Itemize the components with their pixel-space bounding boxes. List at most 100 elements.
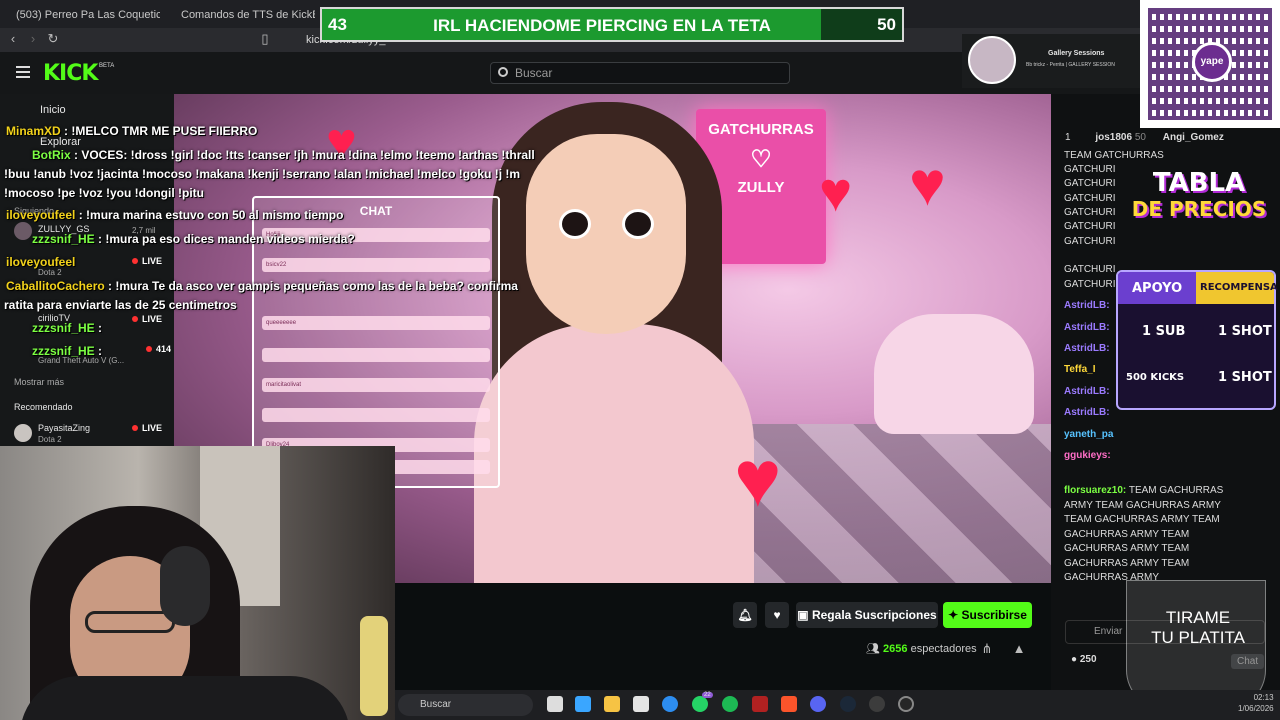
- mostrar-mas-link[interactable]: Mostrar más: [14, 377, 64, 387]
- overlay-chat-row: maricitaolivat: [262, 378, 490, 392]
- chat-message: AstridLB:: [1064, 343, 1110, 354]
- chat-text: GATCHURI: [1064, 207, 1116, 218]
- chat-user[interactable]: AstridLB:: [1064, 386, 1110, 397]
- kicks-balance[interactable]: ● 250: [1071, 654, 1097, 665]
- forward-icon[interactable]: ›: [24, 30, 42, 48]
- glasses: [85, 611, 175, 633]
- recommended-name[interactable]: PayasitaZing: [38, 423, 90, 433]
- chat-user[interactable]: yaneth_pa: [1064, 429, 1113, 440]
- tts-user: CaballitoCachero: [6, 279, 105, 293]
- search-input[interactable]: Buscar: [490, 62, 790, 84]
- chat-user[interactable]: AstridLB:: [1064, 322, 1110, 333]
- webcam-feed: [0, 446, 395, 720]
- overlay-chat-row: bsicv22: [262, 258, 490, 272]
- screen: (503) Perreo Pa Las Coqueticas Mix - D C…: [0, 0, 1280, 720]
- store-icon[interactable]: [633, 696, 649, 712]
- tts-line: zzzsnif_HE :: [32, 321, 102, 335]
- chat-message: GATCHURI: [1064, 264, 1115, 275]
- app-icon[interactable]: [898, 696, 914, 712]
- bookmark-icon[interactable]: ▯: [256, 30, 274, 48]
- chat-user[interactable]: AstridLB:: [1064, 343, 1110, 354]
- tts-user: iloveyoufeel: [6, 255, 76, 269]
- task-view-icon[interactable]: [547, 696, 563, 712]
- headphones: [160, 546, 210, 626]
- copilot-icon[interactable]: [575, 696, 591, 712]
- tts-line: zzzsnif_HE : !mura pa eso dices manden v…: [32, 232, 355, 246]
- chat-message: ARMY TEAM GACHURRAS ARMY: [1064, 500, 1221, 511]
- obs-icon[interactable]: [869, 696, 885, 712]
- whatsapp-icon[interactable]: [692, 696, 708, 712]
- avatar[interactable]: [14, 424, 32, 442]
- price-col-header: APOYO: [1132, 281, 1183, 296]
- avatar[interactable]: [14, 222, 32, 240]
- price-table: TABLA DE PRECIOS APOYO RECOMPENSA 1 SUB …: [1112, 160, 1280, 460]
- stream-info: [395, 583, 1051, 690]
- live-badge: LIVE: [132, 314, 162, 324]
- gift-subs-button[interactable]: ▣ Regala Suscripciones: [796, 602, 938, 628]
- tts-line: !mocoso !pe !voz !you !dongil !pitu: [4, 186, 204, 200]
- goal-banner: 43 IRL HACIENDOME PIERCING EN LA TETA 50: [320, 7, 904, 42]
- menu-icon[interactable]: [16, 66, 30, 78]
- chat-message: GACHURRAS ARMY TEAM: [1064, 543, 1190, 554]
- chat-message: GATCHURI: [1064, 236, 1115, 247]
- tts-line: iloveyoufeel : !mura marina estuvo con 5…: [6, 208, 343, 222]
- chat-text: GATCHURI: [1064, 193, 1116, 204]
- tts-line: ratita para enviarte las de 25 centimetr…: [4, 298, 237, 312]
- sidebar-item-inicio[interactable]: Inicio: [40, 104, 66, 116]
- taskbar-search[interactable]: Buscar: [398, 694, 533, 716]
- report-icon[interactable]: ▲: [1010, 640, 1028, 658]
- yape-qr-code: yape: [1140, 0, 1280, 128]
- chat-text: GATCHURI: [1064, 164, 1116, 175]
- share-icon[interactable]: ⋔: [978, 640, 996, 658]
- bell-icon[interactable]: 🔔︎: [733, 602, 757, 628]
- price-table-title: TABLA DE PRECIOS: [1124, 170, 1274, 222]
- tts-text: ratita para enviarte las de 25 centimetr…: [4, 298, 237, 312]
- heart-icon: ♥: [819, 160, 853, 223]
- browser-tab-kickbot[interactable]: Comandos de TTS de KickBot: [175, 4, 315, 26]
- tts-user: iloveyoufeel: [6, 208, 76, 222]
- chat-user[interactable]: Teffa_I: [1064, 364, 1096, 375]
- spotify-icon[interactable]: [722, 696, 738, 712]
- tab-label: (503) Perreo Pa Las Coqueticas Mix - D: [16, 9, 160, 21]
- eye: [559, 209, 591, 239]
- goal-current: 43: [328, 15, 347, 34]
- chat-user[interactable]: AstridLB:: [1064, 300, 1110, 311]
- chat-user[interactable]: florsuarez10:: [1064, 485, 1126, 496]
- chat-message: AstridLB:: [1064, 322, 1110, 333]
- kick-logo[interactable]: KICK: [43, 61, 98, 86]
- price-title-line: TABLA: [1152, 168, 1246, 198]
- kicks-icon: ●: [1071, 654, 1080, 665]
- tts-user: BotRix: [32, 148, 71, 162]
- leaderboard-row: 1 jos1806 50 Angi_Gomez: [1065, 132, 1224, 143]
- reload-icon[interactable]: ↻: [44, 30, 62, 48]
- tip-jar-text: TIRAME TU PLATITA: [1138, 608, 1258, 648]
- steam-icon[interactable]: [840, 696, 856, 712]
- chat-user[interactable]: AstridLB:: [1064, 407, 1110, 418]
- chat-user[interactable]: ggukieys:: [1064, 450, 1111, 461]
- dota-icon[interactable]: [752, 696, 768, 712]
- subscribe-button[interactable]: ✦ Suscribirse: [943, 602, 1032, 628]
- folder-icon[interactable]: [604, 696, 620, 712]
- discord-icon[interactable]: [810, 696, 826, 712]
- tts-text: :: [94, 344, 103, 358]
- heart-icon[interactable]: ♥: [765, 602, 789, 628]
- tts-line: CaballitoCachero : !mura Te da asco ver …: [6, 279, 518, 293]
- chat-text: TEAM GACHURRAS: [1128, 485, 1224, 496]
- overlay-chat-row: [262, 408, 490, 422]
- edge-icon[interactable]: [662, 696, 678, 712]
- tts-text: : !mura marina estuvo con 50 al mismo ti…: [75, 208, 344, 222]
- price-grid: APOYO RECOMPENSA 1 SUB 1 SHOT 500 KICKS …: [1116, 270, 1278, 410]
- tts-user: zzzsnif_HE: [32, 321, 95, 335]
- leader-name: Angi_Gomez: [1162, 132, 1224, 143]
- back-icon[interactable]: ‹: [4, 30, 22, 48]
- goal-target: 50: [877, 15, 896, 34]
- leader-amount: 50: [1134, 132, 1146, 143]
- chat-message: GATCHURI: [1064, 193, 1115, 204]
- tts-user: MinamXD: [6, 124, 61, 138]
- brave-icon[interactable]: [781, 696, 797, 712]
- chat-message: AstridLB:: [1064, 386, 1110, 397]
- tts-text: : VOCES: !dross !girl !doc !tts !canser …: [70, 148, 535, 162]
- recomendado-heading: Recomendado: [14, 402, 73, 412]
- browser-tab-youtube[interactable]: (503) Perreo Pa Las Coqueticas Mix - D: [10, 4, 160, 26]
- chat-text: GATCHURI: [1064, 236, 1116, 247]
